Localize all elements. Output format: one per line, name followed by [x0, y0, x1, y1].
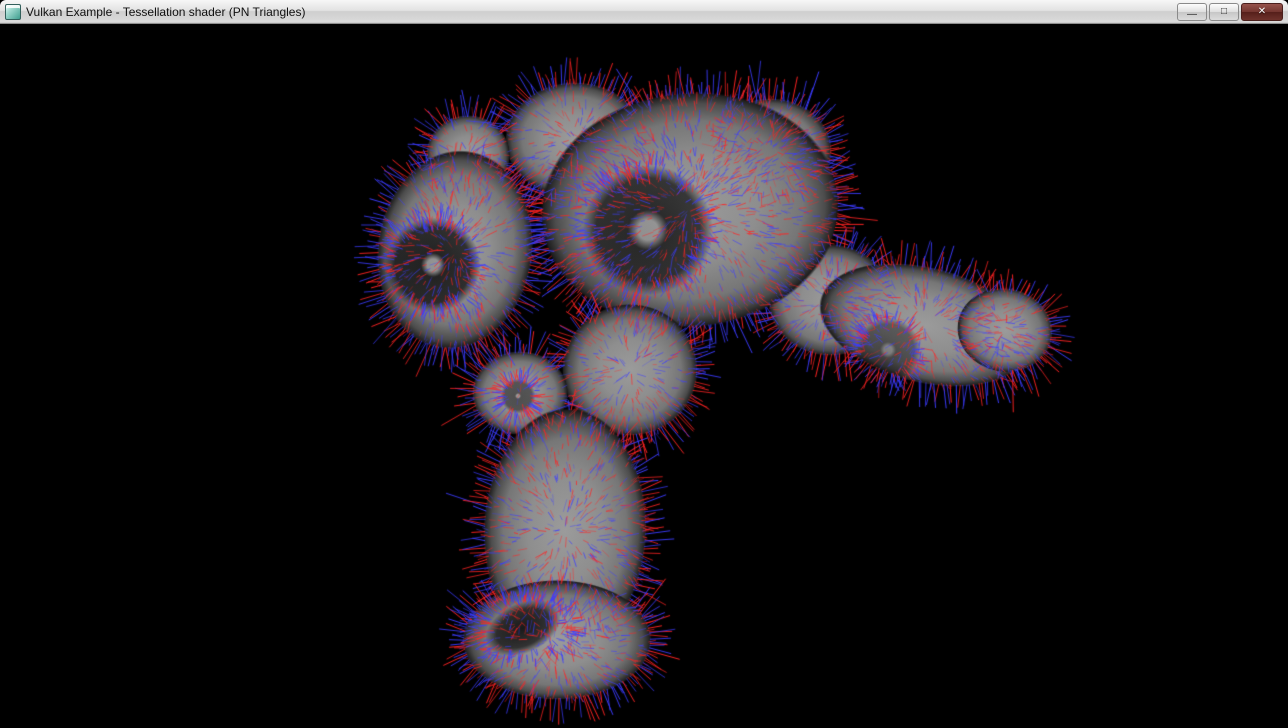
maximize-button[interactable]: □	[1209, 3, 1239, 21]
close-button[interactable]: ✕	[1241, 3, 1283, 21]
close-icon: ✕	[1258, 7, 1266, 17]
window-controls: — □ ✕	[1177, 3, 1283, 21]
app-window: Vulkan Example - Tessellation shader (PN…	[0, 0, 1288, 728]
viewport-canvas[interactable]	[0, 24, 1288, 728]
app-icon	[5, 4, 21, 20]
title-bar[interactable]: Vulkan Example - Tessellation shader (PN…	[0, 0, 1288, 24]
maximize-icon: □	[1221, 7, 1227, 17]
minimize-icon: —	[1187, 10, 1197, 20]
minimize-button[interactable]: —	[1177, 3, 1207, 21]
window-title: Vulkan Example - Tessellation shader (PN…	[26, 5, 305, 19]
